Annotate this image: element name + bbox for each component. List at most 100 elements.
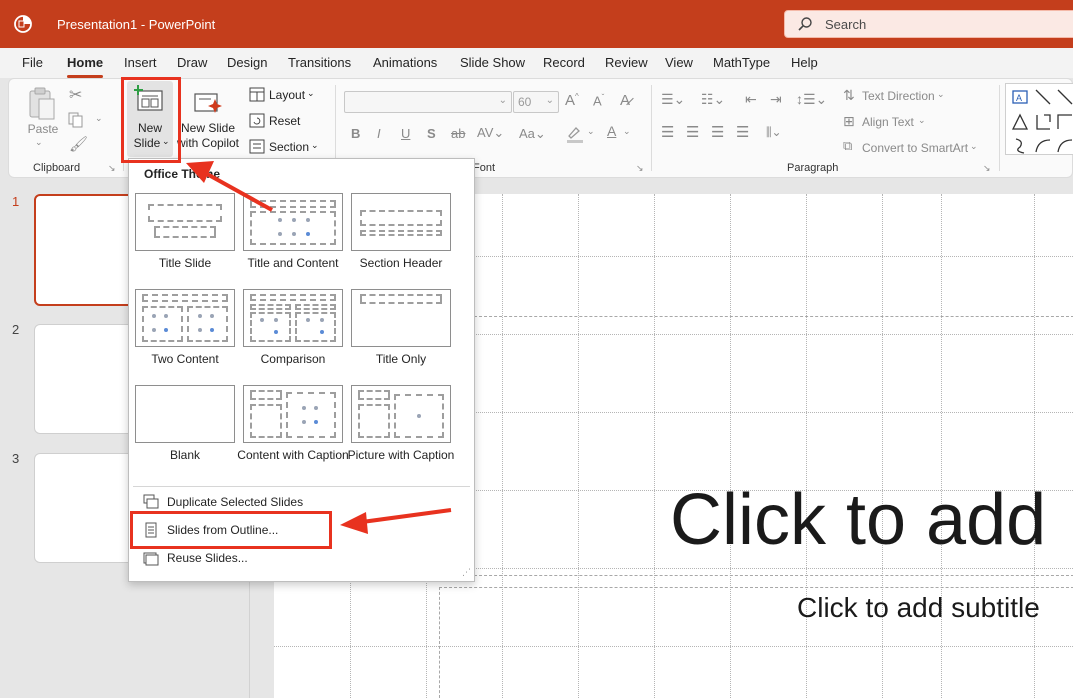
character-spacing-icon[interactable]: AV⌄ [477,125,504,141]
font-size-combobox[interactable]: 60 ⌄ [513,91,559,113]
powerpoint-logo-icon[interactable] [14,15,32,33]
shapes-gallery[interactable]: A [1005,83,1073,155]
tab-design[interactable]: Design [227,55,267,70]
search-box[interactable]: Search [784,10,1073,38]
align-right-icon[interactable]: ☰ [711,123,724,141]
numbering-icon[interactable]: ☷⌄ [701,91,725,108]
content-icon [152,328,156,332]
clear-formatting-icon[interactable]: A̷ [620,92,630,109]
justify-icon[interactable]: ☰ [736,123,749,141]
section-icon[interactable] [249,139,265,154]
slide-number: 1 [12,194,20,209]
reset-label[interactable]: Reset [269,114,300,128]
layout-chevron-icon[interactable]: ⌄ [307,88,315,99]
paste-icon[interactable] [27,87,57,121]
bold-icon[interactable]: B [351,126,360,141]
search-placeholder[interactable]: Search [825,17,866,32]
text-direction-chevron-icon[interactable]: ⌄ [937,89,945,100]
tab-draw[interactable]: Draw [177,55,207,70]
paragraph-group-label: Paragraph [787,162,839,174]
content-icon [320,318,324,322]
paste-dropdown-chevron-icon[interactable]: ⌄ [35,137,43,148]
layout-thumbnail [351,289,451,347]
picture-icon [417,414,421,418]
convert-smartart-chevron-icon[interactable]: ⌄ [970,141,978,152]
content-icon [152,314,156,318]
content-icon [320,330,324,334]
font-color-chevron-icon[interactable]: ⌄ [623,126,631,137]
decrease-font-size-icon[interactable]: Aˇ [593,93,604,108]
ribbon-tabs: File Home Insert Draw Design Transitions… [0,48,1073,78]
copy-dropdown-chevron-icon[interactable]: ⌄ [95,113,103,124]
section-label[interactable]: Section [269,140,309,154]
content-icon [210,314,214,318]
reset-icon[interactable] [249,113,265,128]
align-text-icon[interactable]: ⊞ [843,113,855,130]
tab-review[interactable]: Review [605,55,648,70]
tab-animations[interactable]: Animations [373,55,437,70]
change-case-icon[interactable]: Aa⌄ [519,126,546,142]
align-text-label[interactable]: Align Text [862,115,914,129]
align-text-chevron-icon[interactable]: ⌄ [918,115,926,126]
title-bar: Presentation1 - PowerPoint Search [0,0,1073,48]
text-direction-label[interactable]: Text Direction [862,89,935,103]
tab-help[interactable]: Help [791,55,818,70]
columns-icon[interactable]: ⫼⌄ [766,125,782,140]
tab-insert[interactable]: Insert [124,55,157,70]
tab-file[interactable]: File [22,55,43,70]
copilot-slide-icon[interactable] [193,89,223,117]
content-placeholder-preview [142,306,183,342]
heading-placeholder-preview [250,304,291,310]
layout-label[interactable]: Layout [269,88,305,102]
subtitle-placeholder-text[interactable]: Click to add subtitle [797,592,1040,624]
tab-view[interactable]: View [665,55,693,70]
menu-item-label: Duplicate Selected Slides [167,495,304,509]
paste-label[interactable]: Paste [23,122,63,137]
subtitle-placeholder-preview [154,226,216,238]
italic-icon[interactable]: I [377,126,381,141]
content-icon [302,406,306,410]
bullets-icon[interactable]: ☰⌄ [661,91,685,108]
font-launcher-icon[interactable]: ↘ [636,163,644,174]
format-painter-icon[interactable]: 🖌 [69,135,88,153]
section-chevron-icon[interactable]: ⌄ [311,140,319,151]
text-shadow-icon[interactable]: S [427,126,436,141]
strikethrough-icon[interactable]: ab [451,126,465,141]
tab-mathtype[interactable]: MathType [713,55,770,70]
tab-home[interactable]: Home [67,55,104,78]
convert-smartart-label[interactable]: Convert to SmartArt [862,141,968,155]
content-placeholder-preview [286,392,336,438]
smartart-icon[interactable]: ⧉ [843,138,852,154]
align-center-icon[interactable]: ☰ [686,123,699,141]
content-icon [314,420,318,424]
clipboard-launcher-icon[interactable]: ↘ [108,163,116,174]
content-icon [210,328,214,332]
tab-transitions[interactable]: Transitions [288,55,351,70]
new-slide-copilot-line2[interactable]: with Copilot [173,136,243,151]
highlight-chevron-icon[interactable]: ⌄ [587,126,595,137]
font-color-icon[interactable]: A [607,123,616,139]
tab-slide-show[interactable]: Slide Show [460,55,525,70]
new-slide-copilot-line1[interactable]: New Slide [177,121,239,136]
paragraph-launcher-icon[interactable]: ↘ [983,163,991,174]
decrease-indent-icon[interactable]: ⇤ [745,91,757,108]
increase-indent-icon[interactable]: ⇥ [770,91,782,108]
underline-icon[interactable]: U [401,126,410,141]
title-placeholder-preview [250,390,282,400]
tab-record[interactable]: Record [543,55,585,70]
highlight-color-icon[interactable] [565,124,585,144]
copy-icon[interactable] [68,112,84,128]
resize-grip-icon[interactable]: ⋰ [462,567,471,578]
content-icon [306,218,310,222]
align-left-icon[interactable]: ☰ [661,123,674,141]
reuse-slides-item[interactable]: Reuse Slides... [139,546,459,570]
title-placeholder-preview [250,200,336,208]
cut-icon[interactable]: ✂ [69,85,82,105]
title-placeholder-text[interactable]: Click to add [670,480,1046,560]
text-direction-icon[interactable]: ⇅ [843,87,855,104]
content-icon [302,420,306,424]
layout-icon[interactable] [249,87,265,102]
increase-font-size-icon[interactable]: A^ [565,92,579,109]
line-spacing-icon[interactable]: ↕☰⌄ [796,91,827,108]
font-name-combobox[interactable]: ⌄ [344,91,512,113]
